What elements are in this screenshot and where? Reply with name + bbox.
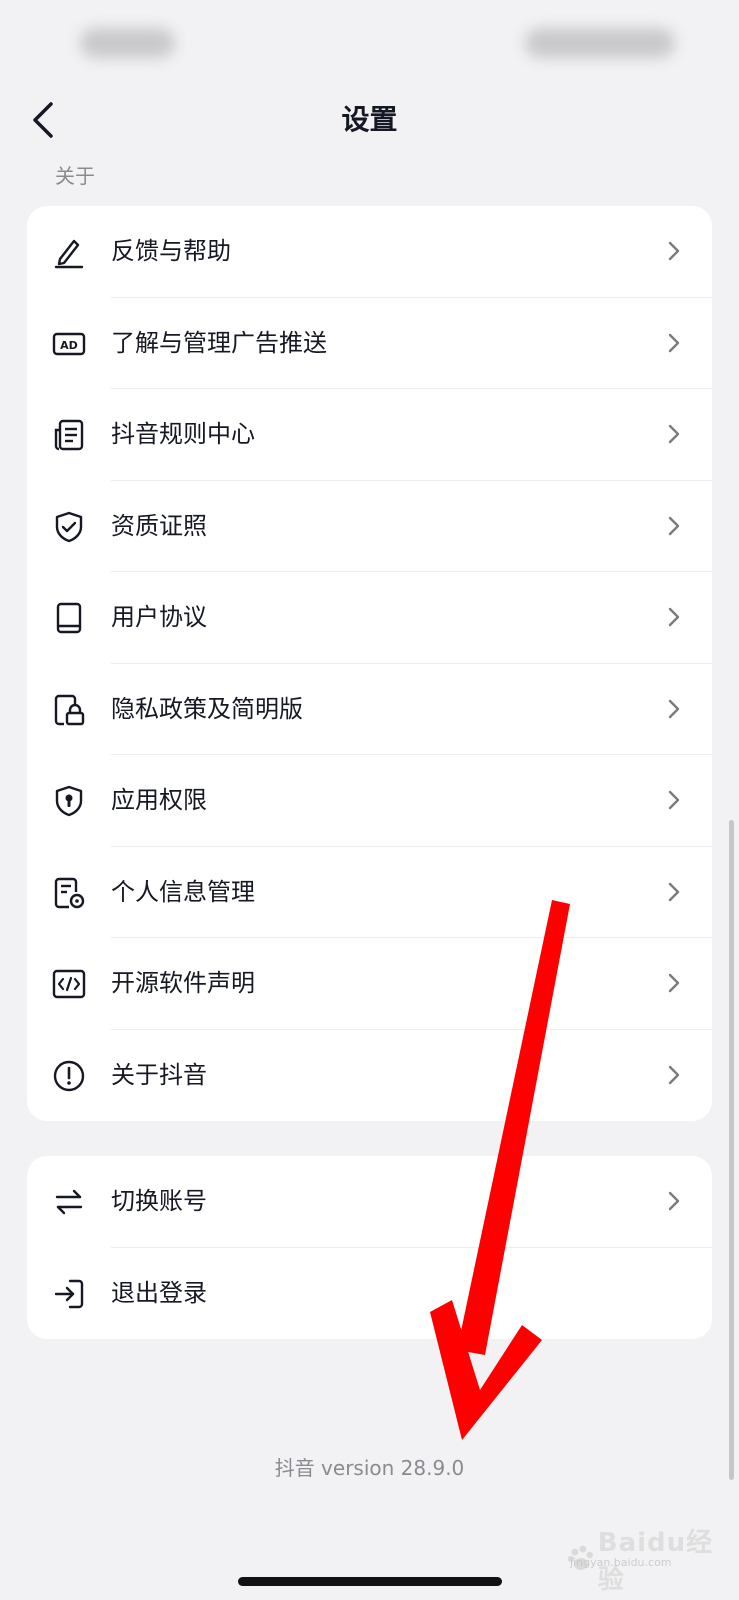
settings-item-label: 用户协议	[111, 603, 207, 631]
watermark-subtext: jingyan.baidu.com	[570, 1556, 672, 1569]
switch-arrows-icon	[52, 1185, 86, 1219]
status-bar	[0, 0, 739, 90]
settings-item-open-source[interactable]: 开源软件声明	[27, 938, 712, 1030]
privacy-lock-icon	[52, 693, 86, 727]
settings-item-label: 抖音规则中心	[111, 420, 255, 448]
chevron-right-icon	[668, 607, 680, 627]
settings-item-label: 应用权限	[111, 786, 207, 814]
settings-item-label: 开源软件声明	[111, 969, 255, 997]
settings-item-label: 个人信息管理	[111, 877, 255, 906]
account-actions-card: 切换账号 退出登录	[27, 1156, 712, 1339]
settings-item-feedback-help[interactable]: 反馈与帮助	[27, 206, 712, 298]
settings-item-switch-account[interactable]: 切换账号	[27, 1156, 712, 1248]
home-indicator[interactable]	[238, 1577, 502, 1586]
info-exclamation-icon	[52, 1059, 86, 1093]
personal-info-icon	[52, 876, 86, 910]
chevron-right-icon	[668, 790, 680, 810]
app-version-text: 抖音 version 28.9.0	[274, 1456, 465, 1480]
scrollbar[interactable]	[729, 820, 734, 1480]
chevron-right-icon	[668, 424, 680, 444]
settings-item-label: 资质证照	[111, 511, 207, 540]
status-icons-blurred	[525, 28, 675, 58]
shield-keyhole-icon	[52, 784, 86, 818]
page-title: 设置	[341, 103, 398, 136]
chevron-right-icon	[668, 973, 680, 993]
chevron-right-icon	[668, 1191, 680, 1211]
settings-item-user-agreement[interactable]: 用户协议	[27, 572, 712, 664]
edit-pen-icon	[52, 235, 86, 269]
settings-item-label: 退出登录	[111, 1278, 207, 1307]
navigation-bar: 设置	[0, 90, 739, 150]
settings-item-label: 了解与管理广告推送	[111, 328, 327, 357]
chevron-right-icon	[668, 1065, 680, 1084]
settings-item-about-douyin[interactable]: 关于抖音	[27, 1030, 712, 1122]
settings-item-label: 反馈与帮助	[111, 237, 231, 265]
chevron-right-icon	[668, 882, 680, 901]
svg-text:AD: AD	[60, 339, 78, 352]
about-settings-card: 反馈与帮助 AD 了解与管理广告推送 抖音规则中心 资质证照 用户协议 隐私政策…	[27, 206, 712, 1121]
settings-item-rules-center[interactable]: 抖音规则中心	[27, 389, 712, 481]
settings-item-personal-info[interactable]: 个人信息管理	[27, 847, 712, 939]
status-time-blurred	[80, 28, 175, 58]
chevron-right-icon	[668, 699, 680, 718]
settings-item-privacy-policy[interactable]: 隐私政策及简明版	[27, 664, 712, 756]
settings-item-label: 切换账号	[111, 1187, 207, 1215]
logout-icon	[52, 1277, 86, 1311]
settings-item-label: 隐私政策及简明版	[111, 694, 303, 723]
settings-item-label: 关于抖音	[111, 1060, 207, 1089]
chevron-right-icon	[668, 516, 680, 535]
ad-icon: AD	[52, 327, 86, 361]
code-icon	[52, 967, 86, 1001]
rules-document-icon	[52, 418, 86, 452]
settings-item-ad-management[interactable]: AD 了解与管理广告推送	[27, 298, 712, 390]
shield-check-icon	[52, 510, 86, 544]
settings-item-logout[interactable]: 退出登录	[27, 1248, 712, 1340]
baidu-watermark: Baidu经验 jingyan.baidu.com	[566, 1522, 739, 1596]
settings-item-app-permissions[interactable]: 应用权限	[27, 755, 712, 847]
settings-item-qualifications[interactable]: 资质证照	[27, 481, 712, 573]
section-label-about: 关于	[55, 164, 95, 188]
book-icon	[52, 601, 86, 635]
chevron-right-icon	[668, 241, 680, 261]
chevron-right-icon	[668, 333, 680, 352]
